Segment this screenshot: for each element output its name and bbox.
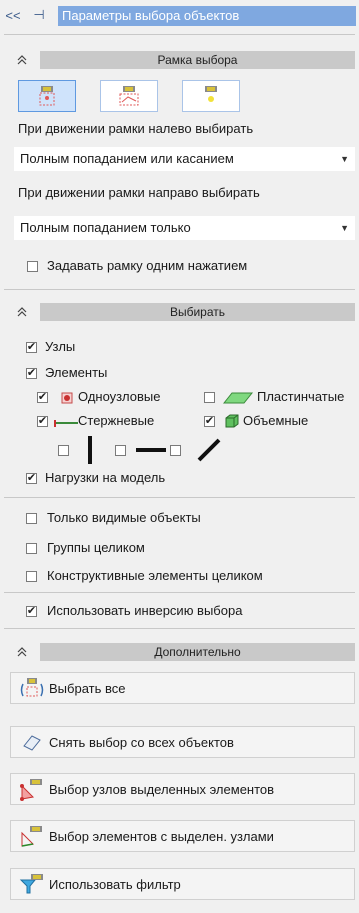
frame-mode-point-button[interactable] [182,80,240,112]
dropdown-arrow-icon[interactable]: ▼ [340,147,349,171]
volume-checkbox[interactable] [204,416,215,427]
divider [4,497,355,498]
divider [4,592,355,593]
rod-label: Стержневые [78,413,155,428]
inversion-label: Использовать инверсию выбора [47,603,243,618]
right-move-value: Полным попаданием только [20,220,191,235]
constructive-checkbox[interactable] [26,571,37,582]
deselect-all-label: Снять выбор со всех объектов [49,734,234,750]
select-all-icon [19,676,45,700]
select-nodes-of-elements-label: Выбор узлов выделенных элементов [49,781,275,797]
visible-only-label: Только видимые объекты [47,510,201,525]
constructive-label: Конструктивные элементы целиком [47,568,263,583]
select-nodes-icon [19,777,45,801]
groups-checkbox[interactable] [26,543,37,554]
divider [4,289,355,290]
single-node-label: Одноузловые [78,389,161,404]
visible-only-checkbox[interactable] [26,513,37,524]
use-filter-button[interactable]: Использовать фильтр [10,868,355,900]
loads-label: Нагрузки на модель [45,470,166,485]
rod-vertical-checkbox[interactable] [58,445,69,456]
rod-icon [54,420,78,427]
left-move-select[interactable]: Полным попаданием или касанием ▼ [14,147,355,171]
vertical-rod-icon [88,436,92,464]
eraser-icon [19,730,45,754]
select-all-label: Выбрать все [49,680,126,696]
deselect-all-button[interactable]: Снять выбор со всех объектов [10,726,355,758]
single-node-checkbox[interactable] [37,392,48,403]
select-all-button[interactable]: Выбрать все [10,672,355,704]
frame-full-icon [39,86,55,106]
plate-checkbox[interactable] [204,392,215,403]
left-move-label: При движении рамки налево выбирать [18,121,254,136]
single-node-icon [61,392,73,404]
dropdown-arrow-icon[interactable]: ▼ [340,216,349,240]
select-elements-with-nodes-label: Выбор элементов с выделен. узлами [49,828,274,844]
right-move-label: При движении рамки направо выбирать [18,185,260,200]
pin-icon[interactable]: ⊣ [30,6,48,24]
filter-icon [19,872,45,896]
plate-icon [222,392,254,404]
use-filter-label: Использовать фильтр [49,876,181,892]
collapse-panel-icon[interactable]: << [4,6,22,24]
chevron-up-icon[interactable] [4,643,40,661]
single-click-label: Задавать рамку одним нажатием [47,258,248,273]
section-title: Рамка выбора [40,51,355,69]
frame-mode-full-button[interactable] [18,80,76,112]
rod-inclined-checkbox[interactable] [170,445,181,456]
top-bar: << ⊣ Параметры выбора объектов [0,0,359,30]
section-header-selection-frame[interactable]: Рамка выбора [4,51,355,69]
rod-horizontal-checkbox[interactable] [115,445,126,456]
nodes-checkbox[interactable] [26,342,37,353]
single-click-checkbox[interactable] [27,261,38,272]
select-nodes-of-elements-button[interactable]: Выбор узлов выделенных элементов [10,773,355,805]
inclined-rod-icon [197,438,221,462]
frame-mode-touch-button[interactable] [100,80,158,112]
select-elements-icon [19,824,45,848]
section-header-additional[interactable]: Дополнительно [4,643,355,661]
chevron-up-icon[interactable] [4,303,40,321]
frame-touch-icon [119,86,139,106]
rod-checkbox[interactable] [37,416,48,427]
select-elements-with-nodes-button[interactable]: Выбор элементов с выделен. узлами [10,820,355,852]
elements-label: Элементы [45,365,108,380]
left-move-value: Полным попаданием или касанием [20,151,234,166]
chevron-up-icon[interactable] [4,51,40,69]
section-title: Выбирать [40,303,355,321]
section-title: Дополнительно [40,643,355,661]
divider [4,628,355,629]
loads-checkbox[interactable] [26,473,37,484]
panel-title: Параметры выбора объектов [58,6,356,26]
elements-checkbox[interactable] [26,368,37,379]
divider [4,34,355,35]
plate-label: Пластинчатые [257,389,345,404]
right-move-select[interactable]: Полным попаданием только ▼ [14,216,355,240]
inversion-checkbox[interactable] [26,606,37,617]
horizontal-rod-icon [136,448,166,452]
frame-point-icon [205,86,217,102]
volume-icon [225,414,239,428]
nodes-label: Узлы [45,339,76,354]
section-header-select[interactable]: Выбирать [4,303,355,321]
groups-label: Группы целиком [47,540,145,555]
volume-label: Объемные [243,413,309,428]
